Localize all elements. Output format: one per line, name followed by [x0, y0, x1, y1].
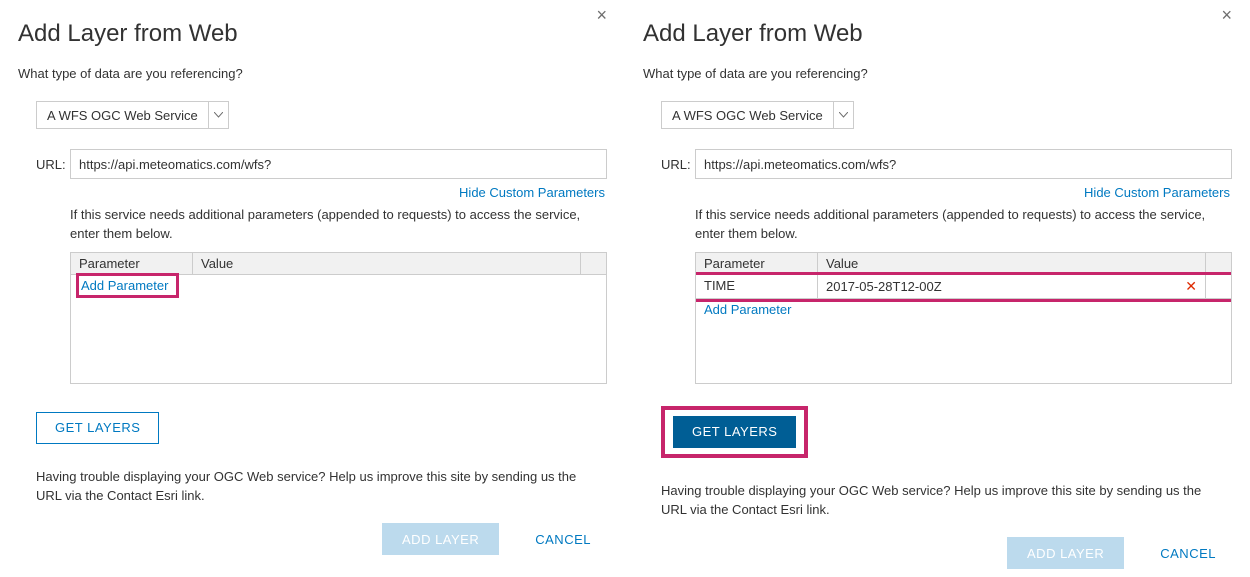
col-header-value: Value	[818, 253, 1205, 274]
add-parameter-link[interactable]: Add Parameter	[79, 276, 176, 295]
dialog-footer: ADD LAYER CANCEL	[18, 523, 607, 555]
params-hint: If this service needs additional paramet…	[70, 206, 607, 244]
url-label: URL:	[661, 157, 695, 172]
add-parameter-row: Add Parameter	[696, 299, 1231, 320]
param-row-time[interactable]: TIME 2017-05-28T12-00Z ✕	[696, 275, 1231, 299]
params-table: Parameter Value Add Parameter	[70, 252, 607, 384]
url-input[interactable]	[695, 149, 1232, 179]
service-type-value: A WFS OGC Web Service	[37, 102, 208, 128]
data-type-prompt: What type of data are you referencing?	[18, 66, 607, 81]
add-layer-button: ADD LAYER	[382, 523, 499, 555]
add-layer-button: ADD LAYER	[1007, 537, 1124, 569]
trouble-text: Having trouble displaying your OGC Web s…	[36, 468, 596, 506]
dialog-footer: ADD LAYER CANCEL	[643, 537, 1232, 569]
service-type-value: A WFS OGC Web Service	[662, 102, 833, 128]
data-type-prompt: What type of data are you referencing?	[643, 66, 1232, 81]
hide-custom-params-link[interactable]: Hide Custom Parameters	[1084, 185, 1230, 200]
param-value-text: 2017-05-28T12-00Z	[826, 279, 1185, 294]
dialog-title: Add Layer from Web	[18, 20, 607, 48]
url-input[interactable]	[70, 149, 607, 179]
param-value-cell[interactable]: 2017-05-28T12-00Z ✕	[818, 275, 1205, 298]
hide-custom-params-link[interactable]: Hide Custom Parameters	[459, 185, 605, 200]
col-header-parameter: Parameter	[696, 253, 818, 274]
col-header-parameter: Parameter	[71, 253, 193, 274]
delete-param-icon[interactable]: ✕	[1185, 279, 1197, 293]
service-type-select[interactable]: A WFS OGC Web Service	[661, 101, 854, 129]
dialog-title: Add Layer from Web	[643, 20, 1232, 48]
chevron-down-icon	[833, 102, 853, 128]
add-parameter-link[interactable]: Add Parameter	[704, 302, 791, 317]
col-header-actions	[1205, 253, 1231, 274]
add-parameter-row: Add Parameter	[71, 275, 606, 296]
params-table-header: Parameter Value	[71, 253, 606, 275]
service-type-select[interactable]: A WFS OGC Web Service	[36, 101, 229, 129]
col-header-value: Value	[193, 253, 580, 274]
get-layers-button[interactable]: GET LAYERS	[36, 412, 159, 444]
get-layers-button[interactable]: GET LAYERS	[673, 416, 796, 448]
close-icon[interactable]: ×	[1221, 6, 1232, 24]
params-table-header: Parameter Value	[696, 253, 1231, 275]
cancel-button[interactable]: CANCEL	[529, 531, 597, 548]
param-actions-cell	[1205, 275, 1231, 298]
url-label: URL:	[36, 157, 70, 172]
params-table: Parameter Value TIME 2017-05-28T12-00Z ✕…	[695, 252, 1232, 384]
col-header-actions	[580, 253, 606, 274]
param-name-cell[interactable]: TIME	[696, 275, 818, 298]
add-layer-dialog-right: × Add Layer from Web What type of data a…	[625, 0, 1250, 577]
add-layer-dialog-left: × Add Layer from Web What type of data a…	[0, 0, 625, 577]
cancel-button[interactable]: CANCEL	[1154, 545, 1222, 562]
trouble-text: Having trouble displaying your OGC Web s…	[661, 482, 1221, 520]
chevron-down-icon	[208, 102, 228, 128]
close-icon[interactable]: ×	[596, 6, 607, 24]
get-layers-highlight: GET LAYERS	[661, 406, 808, 458]
params-hint: If this service needs additional paramet…	[695, 206, 1232, 244]
